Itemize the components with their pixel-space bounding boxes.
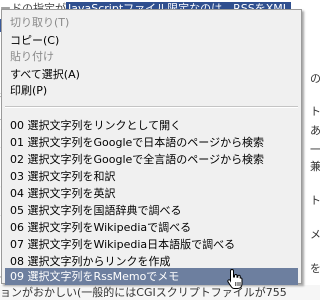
background-right-fragment: の: [310, 72, 320, 85]
menu-item-google-all-languages[interactable]: 02 選択文字列をGoogleで全言語のページから検索: [5, 151, 298, 168]
background-right-fragment: ト: [310, 194, 320, 207]
menu-item-open-as-link[interactable]: 00 選択文字列をリンクとして開く: [5, 117, 298, 134]
menu-item-copy[interactable]: コピー(C): [5, 32, 298, 49]
menu-item-wikipedia[interactable]: 06 選択文字列をWikipediaで調べる: [5, 219, 298, 236]
menu-item-rssmemo[interactable]: 09 選択文字列をRssMemoでメモ: [5, 268, 298, 285]
menu-item-select-all[interactable]: すべて選択(A): [5, 66, 298, 83]
background-right-fragment: 一: [310, 143, 320, 156]
menu-item-google-japanese[interactable]: 01 選択文字列をGoogleで日本語のページから検索: [5, 134, 298, 151]
background-text-bottom: ョンがおかしい(一般的にはCGIスクリプトファイルが755: [0, 285, 320, 300]
menu-item-dictionary[interactable]: 05 選択文字列を国語辞典で調べる: [5, 202, 298, 219]
menu-item-translate-to-english[interactable]: 04 選択文字列を英訳: [5, 185, 298, 202]
context-menu: 切り取り(T) コピー(C) 貼り付け すべて選択(A) 印刷(P) 00 選択…: [1, 9, 302, 285]
background-right-fragment: ト: [310, 105, 320, 118]
menu-item-cut[interactable]: 切り取り(T): [5, 14, 298, 31]
menu-item-wikipedia-japanese[interactable]: 07 選択文字列をWikipedia日本語版で調べる: [5, 236, 298, 253]
menu-item-print[interactable]: 印刷(P): [5, 82, 298, 99]
background-right-fragment: を: [310, 262, 320, 275]
menu-item-paste[interactable]: 貼り付け: [5, 48, 298, 65]
menu-separator: [5, 106, 298, 108]
background-right-fragment: 兼: [310, 160, 320, 173]
hand-cursor-icon: [227, 268, 243, 289]
background-right-fragment: メ: [310, 228, 320, 241]
background-right-fragment: あ: [310, 124, 320, 137]
menu-item-translate-to-japanese[interactable]: 03 選択文字列を和訳: [5, 168, 298, 185]
